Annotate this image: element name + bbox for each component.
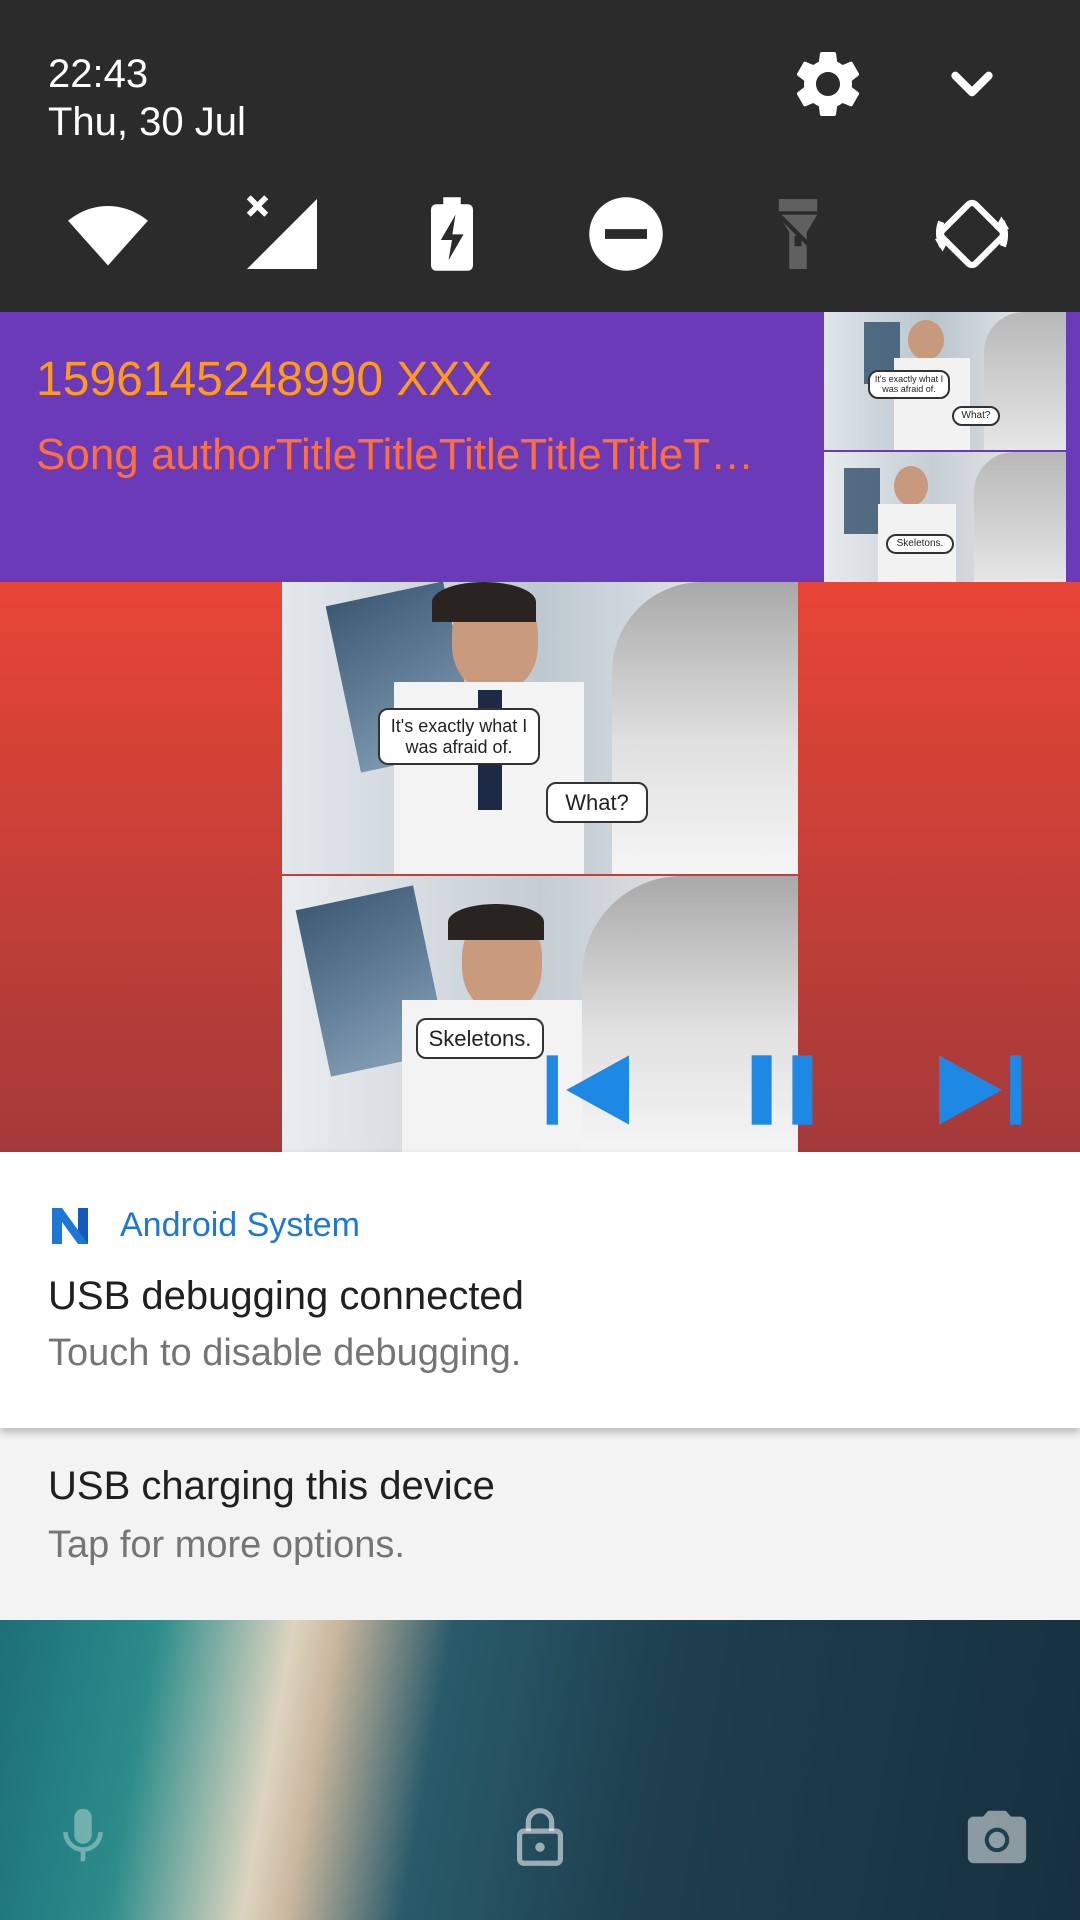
- skip-next-icon[interactable]: [926, 1038, 1030, 1142]
- auto-rotate-icon[interactable]: [930, 192, 1014, 276]
- xray-image: [844, 468, 880, 534]
- quick-settings-panel: 22:43 Thu, 30 Jul: [0, 0, 1080, 312]
- caption-what: What?: [546, 782, 648, 824]
- notification-text: Touch to disable debugging.: [48, 1332, 522, 1374]
- album-art-panel-top: It's exactly what I was afraid of. What?: [282, 582, 798, 874]
- media-notification-header[interactable]: 1596145248990 XXX Song authorTitleTitleT…: [0, 312, 1080, 582]
- camera-icon[interactable]: [962, 1802, 1032, 1872]
- clock-time: 22:43: [48, 52, 149, 96]
- no-sim-icon[interactable]: [240, 192, 324, 276]
- patient-head: [984, 312, 1066, 450]
- notification-text: Tap for more options.: [48, 1524, 405, 1566]
- media-title: 1596145248990 XXX: [36, 353, 493, 406]
- clock-date[interactable]: Thu, 30 Jul: [48, 100, 246, 145]
- lockscreen-wallpaper: [0, 1620, 1080, 1920]
- patient-head: [612, 582, 798, 874]
- mic-icon[interactable]: [48, 1800, 118, 1870]
- pause-icon[interactable]: [730, 1038, 834, 1142]
- caption-skeletons: Skeletons.: [416, 1018, 544, 1060]
- caption-afraid: It's exactly what I was afraid of.: [378, 708, 540, 766]
- settings-gear-icon[interactable]: [788, 44, 868, 124]
- thumbnail-caption-3: Skeletons.: [886, 534, 954, 554]
- skip-previous-icon[interactable]: [538, 1038, 642, 1142]
- lock-icon: [505, 1802, 575, 1872]
- thumbnail-caption-1: It's exactly what I was afraid of.: [868, 370, 950, 399]
- media-thumbnail: It's exactly what I was afraid of. What?…: [824, 312, 1066, 582]
- notification-title: USB charging this device: [48, 1464, 495, 1508]
- notification-usb-debugging[interactable]: Android System USB debugging connected T…: [0, 1152, 1080, 1428]
- media-notification-body[interactable]: It's exactly what I was afraid of. What?…: [0, 582, 1080, 1152]
- thumbnail-panel-bottom: Skeletons.: [824, 452, 1066, 582]
- battery-saver-icon[interactable]: [410, 192, 494, 276]
- thumbnail-panel-top: It's exactly what I was afraid of. What?: [824, 312, 1066, 450]
- android-system-icon: [50, 1206, 98, 1246]
- wifi-icon[interactable]: [66, 192, 150, 276]
- notification-app-name: Android System: [120, 1206, 360, 1244]
- notification-usb-charging[interactable]: USB charging this device Tap for more op…: [0, 1428, 1080, 1620]
- thumbnail-caption-2: What?: [952, 406, 1000, 426]
- chevron-down-icon[interactable]: [932, 44, 1012, 124]
- doctor-hair: [448, 904, 544, 940]
- patient-head: [974, 452, 1066, 582]
- notification-title: USB debugging connected: [48, 1274, 524, 1318]
- media-subtitle: Song authorTitleTitleTitleTitleTitleT…: [36, 430, 755, 479]
- flashlight-icon[interactable]: [756, 192, 840, 276]
- doctor-head: [894, 466, 928, 506]
- doctor-head: [908, 320, 944, 360]
- doctor-hair: [432, 582, 536, 622]
- do-not-disturb-icon[interactable]: [584, 192, 668, 276]
